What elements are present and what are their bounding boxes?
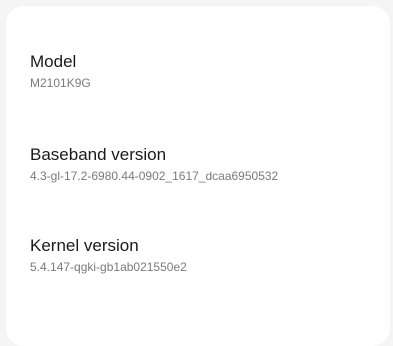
info-item-title: Baseband version [30, 145, 167, 164]
info-item-model[interactable]: Model M2101K9G [30, 52, 378, 91]
info-item-title: Kernel version [30, 236, 139, 255]
info-item-value: 4.3-gl-17.2-6980.44-0902_1617_dcaa695053… [30, 169, 279, 183]
info-item-value: M2101K9G [30, 76, 91, 90]
info-item-value: 5.4.147-qgki-gb1ab021550e2 [30, 260, 187, 274]
info-item-title: Model [30, 52, 77, 71]
device-info-card: Model M2101K9G Baseband version 4.3-gl-1… [6, 6, 390, 346]
info-item-kernel-version[interactable]: Kernel version 5.4.147-qgki-gb1ab021550e… [30, 236, 378, 275]
info-item-baseband-version[interactable]: Baseband version 4.3-gl-17.2-6980.44-090… [30, 145, 378, 184]
